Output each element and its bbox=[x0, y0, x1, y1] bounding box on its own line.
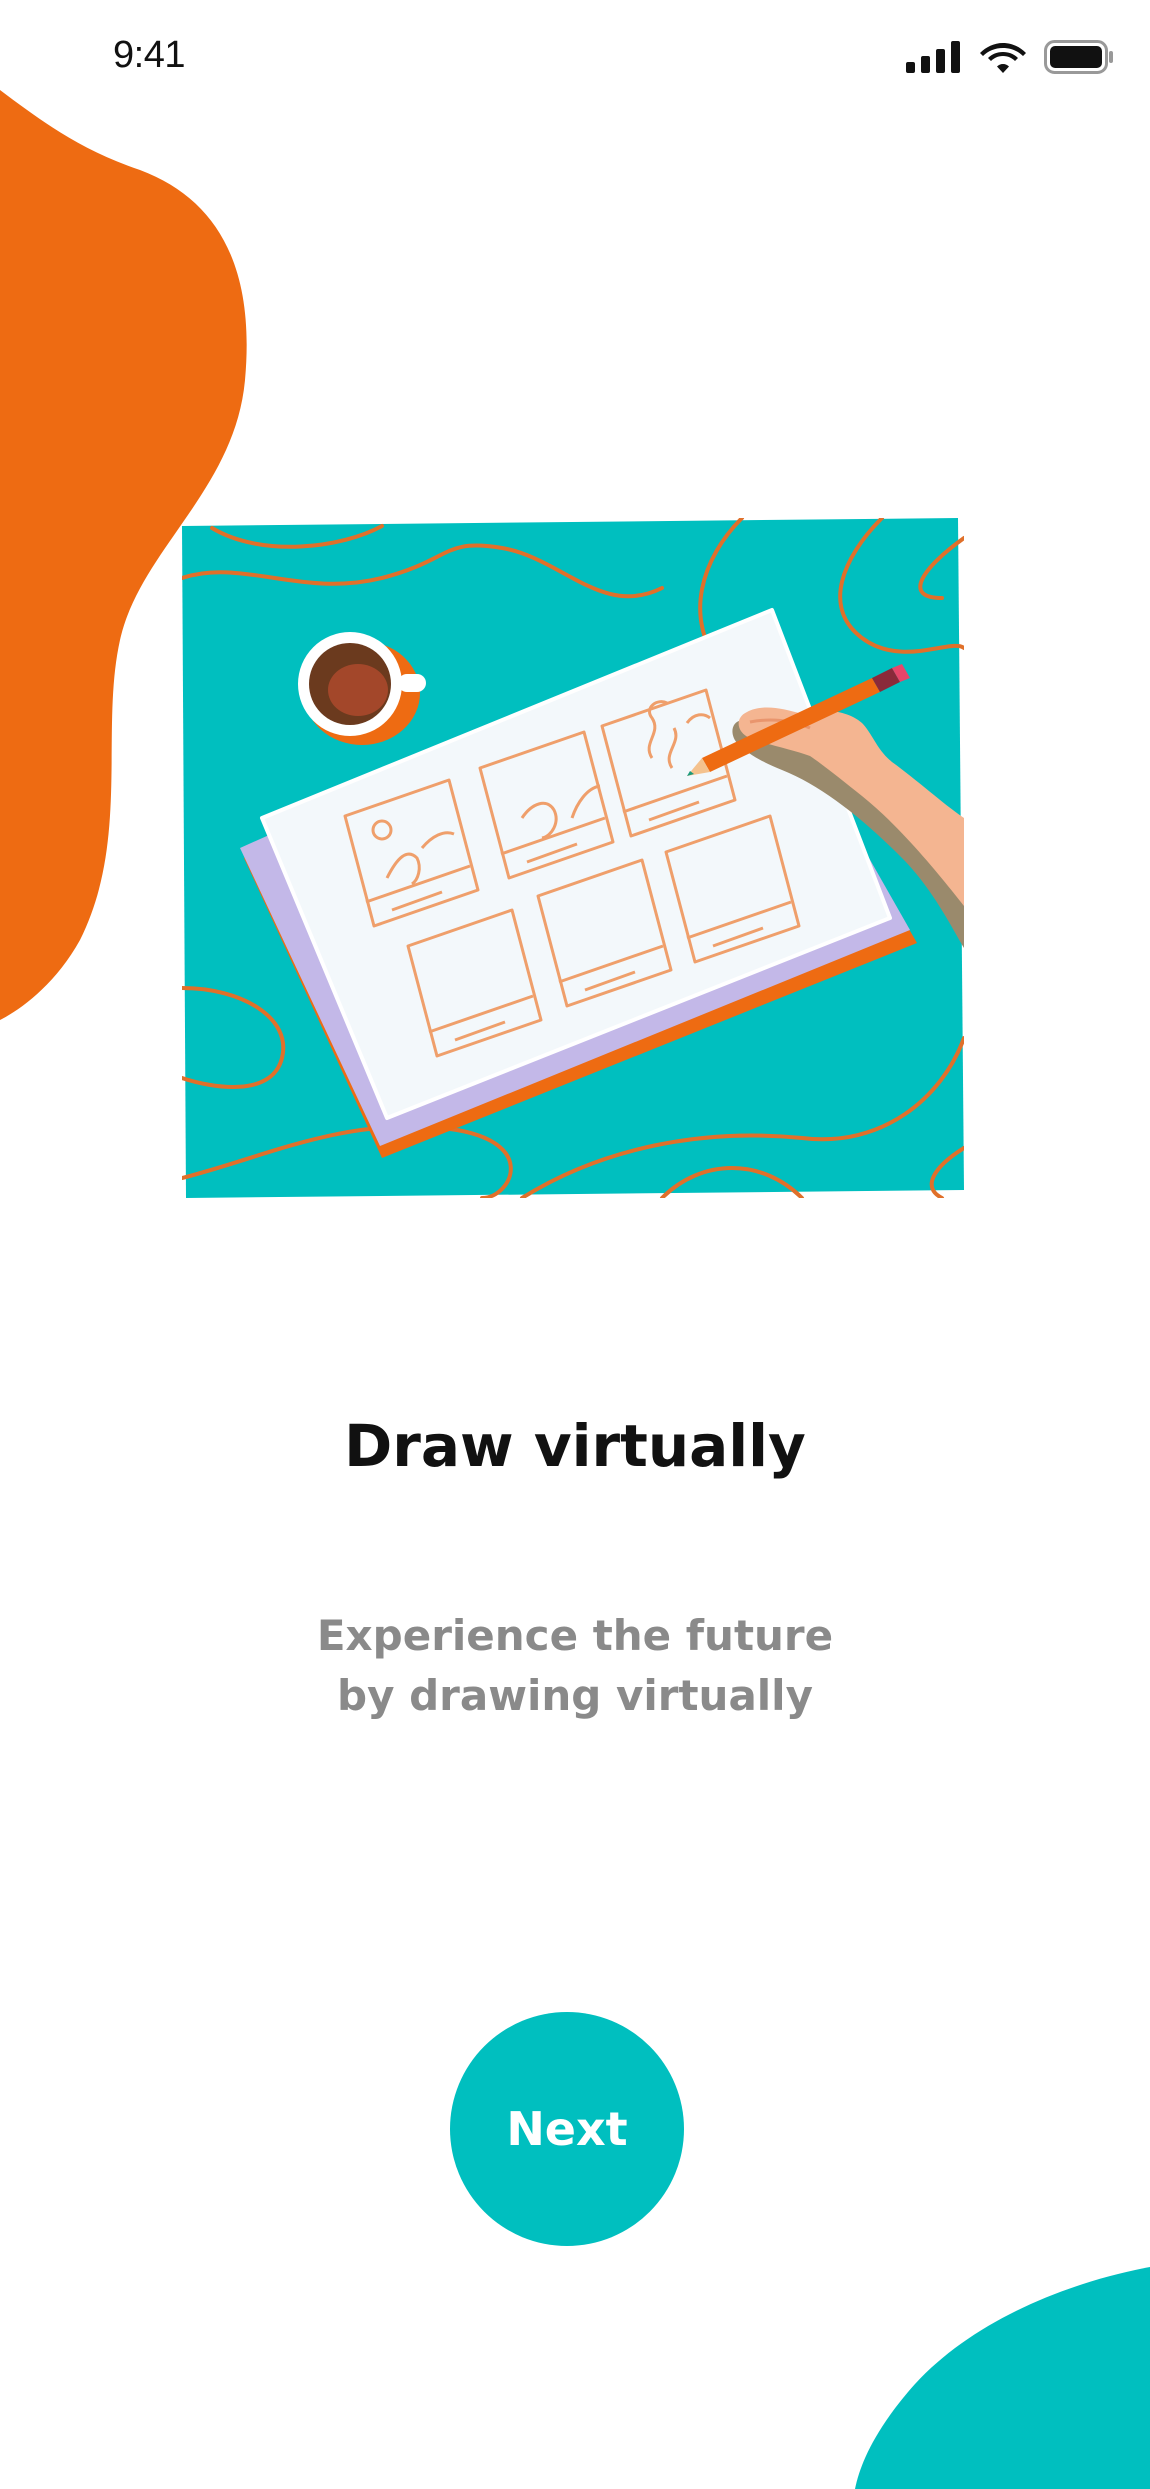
page-title: Draw virtually bbox=[344, 1412, 806, 1480]
teal-blob-decoration bbox=[855, 2267, 1150, 2489]
onboarding-screen: 9:41 Draw virtually Experience the futur… bbox=[0, 0, 1150, 2489]
subtitle-line-2: by drawing virtually bbox=[337, 1671, 813, 1720]
next-button[interactable]: Next bbox=[450, 2012, 684, 2246]
status-bar: 9:41 bbox=[0, 0, 1150, 120]
subtitle-line-1: Experience the future bbox=[316, 1611, 834, 1660]
page-subtitle: Experience the future by drawing virtual… bbox=[0, 1606, 1150, 1726]
cellular-signal-icon bbox=[906, 41, 960, 73]
battery-icon bbox=[1044, 40, 1113, 74]
status-icons bbox=[906, 40, 1114, 74]
status-time: 9:41 bbox=[113, 34, 185, 76]
storyboard-drawing-illustration bbox=[182, 518, 964, 1198]
wifi-icon bbox=[980, 43, 1026, 73]
